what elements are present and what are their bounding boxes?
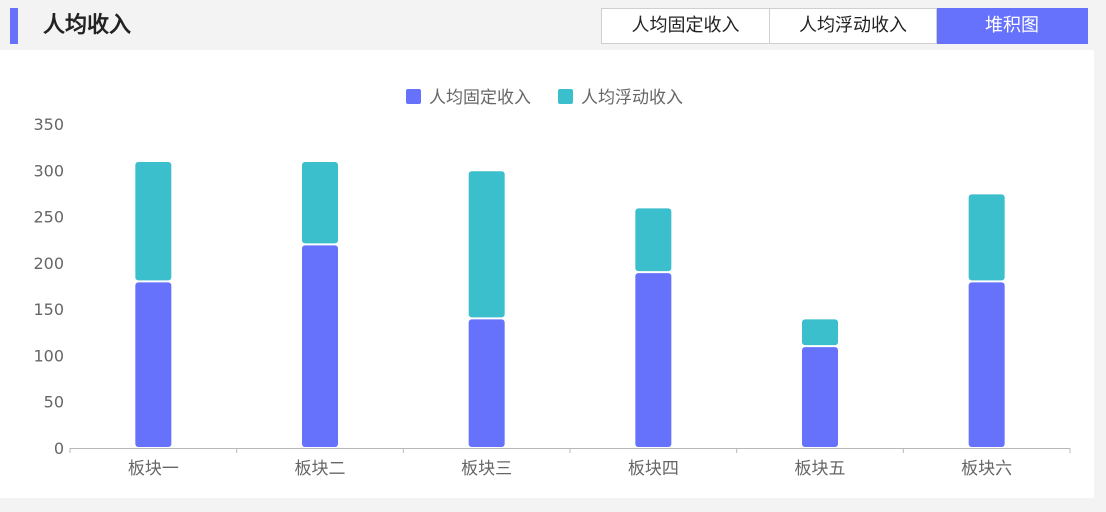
tab-fixed-income[interactable]: 人均固定收入: [601, 8, 770, 44]
y-tick-label: 350: [33, 115, 64, 134]
view-tabs: 人均固定收入 人均浮动收入 堆积图: [601, 8, 1088, 44]
bar-fixed-6[interactable]: [968, 282, 1005, 447]
y-tick-label: 150: [33, 300, 64, 319]
legend-swatch-fixed[interactable]: [406, 89, 421, 104]
y-tick-label: 250: [33, 208, 64, 227]
x-tick-label: 板块二: [295, 459, 346, 479]
header: 人均收入 人均固定收入 人均浮动收入 堆积图: [0, 0, 1106, 50]
bar-floating-6[interactable]: [968, 194, 1005, 281]
x-tick-label: 板块六: [961, 459, 1012, 479]
bar-fixed-4[interactable]: [635, 273, 672, 447]
y-tick-label: 0: [54, 439, 64, 458]
plot-area: 0 50 100 150 200 250 300 350 板块一 板块二 板块三 板块四 板块五 板块六: [33, 115, 1071, 479]
bar-floating-5[interactable]: [802, 319, 838, 346]
title-accent-bar: [10, 8, 18, 44]
tab-stacked-chart[interactable]: 堆积图: [937, 8, 1088, 44]
page-title: 人均收入: [43, 13, 132, 38]
bar-fixed-3[interactable]: [468, 319, 505, 447]
bar-fixed-2[interactable]: [302, 245, 338, 447]
y-tick-label: 100: [33, 346, 64, 365]
bar-floating-4[interactable]: [635, 208, 672, 272]
bar-floating-3[interactable]: [468, 171, 505, 318]
x-tick-label: 板块一: [128, 459, 179, 479]
bar-floating-2[interactable]: [302, 162, 338, 244]
y-tick-label: 300: [33, 161, 64, 180]
bar-fixed-1[interactable]: [135, 282, 172, 447]
x-tick-label: 板块四: [628, 459, 679, 479]
legend: 人均固定收入 人均浮动收入: [406, 88, 683, 108]
x-tick-label: 板块三: [461, 459, 512, 479]
legend-label-fixed[interactable]: 人均固定收入: [429, 88, 531, 108]
bar-floating-1[interactable]: [135, 162, 172, 281]
bar-fixed-5[interactable]: [802, 347, 838, 447]
legend-label-floating[interactable]: 人均浮动收入: [581, 88, 683, 108]
chart-panel: 人均固定收入 人均浮动收入 0 50 100 150 200 250 300 350 板块一 板块…: [0, 50, 1094, 498]
tab-floating-income[interactable]: 人均浮动收入: [770, 8, 937, 44]
stacked-bar-chart: 人均固定收入 人均浮动收入 0 50 100 150 200 250 300 350 板块一 板块…: [33, 88, 1071, 479]
y-tick-label: 200: [33, 254, 64, 273]
legend-swatch-floating[interactable]: [558, 89, 573, 104]
x-tick-label: 板块五: [795, 459, 846, 479]
y-tick-label: 50: [44, 393, 64, 412]
